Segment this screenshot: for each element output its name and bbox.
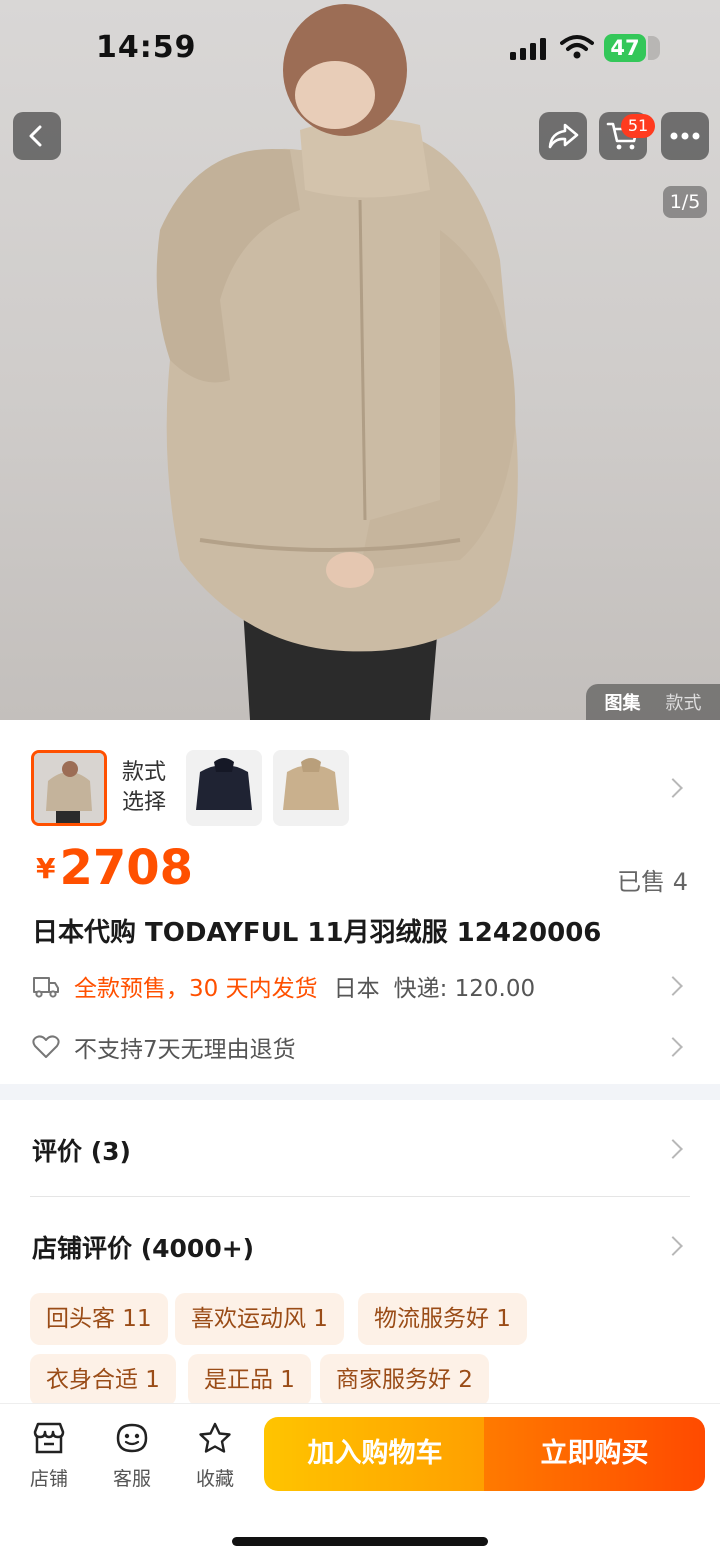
section-divider (0, 1084, 720, 1100)
service-label: 客服 (112, 1468, 151, 1490)
chevron-left-icon (29, 125, 42, 147)
customer-service-button[interactable]: 客服 (102, 1422, 162, 1491)
cellular-signal-icon (510, 38, 546, 60)
heart-icon (32, 1035, 60, 1058)
review-tag[interactable]: 商家服务好 2 (320, 1354, 489, 1406)
sold-count: 已售 4 (617, 868, 688, 896)
review-tag[interactable]: 回头客 11 (30, 1293, 168, 1345)
shipping-fee: 快递: 120.00 (393, 976, 536, 1002)
favorite-label: 收藏 (195, 1468, 234, 1490)
cart-count-badge: 51 (621, 114, 655, 138)
variant-thumb-selected[interactable] (31, 750, 107, 826)
chevron-right-icon (663, 976, 683, 996)
status-time: 14:59 (96, 30, 197, 65)
variant-thumb-beige[interactable] (273, 750, 349, 826)
reviews-heading[interactable]: 评价 (3) (32, 1132, 131, 1168)
status-bar: 14:59 47 (0, 0, 720, 100)
bottom-action-bar: 店铺 客服 收藏 加入购物车 立即购买 (0, 1403, 720, 1560)
currency-symbol: ¥ (36, 852, 56, 885)
store-icon (33, 1422, 65, 1454)
chevron-right-icon (663, 778, 683, 798)
variant-label-line2: 选择 (122, 790, 167, 815)
shop-reviews-heading[interactable]: 店铺评价 (4000+) (32, 1229, 254, 1265)
chevron-right-icon (663, 1037, 683, 1057)
return-policy-row[interactable]: 不支持7天无理由退货 (32, 1030, 296, 1064)
shipping-row[interactable]: 全款预售，30 天内发货 日本 快递: 120.00 (32, 968, 535, 1004)
buy-now-button[interactable]: 立即购买 (484, 1417, 705, 1491)
variant-image (34, 753, 104, 823)
price-amount: 2708 (59, 840, 194, 896)
product-image-carousel[interactable]: 14:59 47 51 1/5 图集 款式 (0, 0, 720, 720)
more-button[interactable] (661, 112, 709, 160)
battery-level: 47 (604, 34, 646, 62)
return-policy-text: 不支持7天无理由退货 (74, 1037, 296, 1063)
home-indicator (232, 1537, 488, 1546)
variant-label-line1: 款式 (122, 760, 167, 785)
shop-button[interactable]: 店铺 (19, 1422, 79, 1491)
product-price: ¥2708 (36, 840, 193, 896)
variant-image (186, 750, 262, 826)
review-tag[interactable]: 喜欢运动风 1 (175, 1293, 344, 1345)
battery-icon: 47 (604, 34, 660, 62)
chat-face-icon (116, 1423, 148, 1453)
chevron-right-icon (663, 1236, 683, 1256)
presale-text: 全款预售，30 天内发货 (74, 976, 318, 1002)
back-button[interactable] (13, 112, 61, 160)
share-button[interactable] (539, 112, 587, 160)
variant-image (273, 750, 349, 826)
truck-icon (33, 977, 59, 998)
ship-origin: 日本 (333, 976, 380, 1002)
tab-gallery[interactable]: 图集 (605, 689, 641, 715)
shop-label: 店铺 (29, 1468, 68, 1490)
review-tag[interactable]: 物流服务好 1 (358, 1293, 527, 1345)
wifi-icon (560, 35, 594, 59)
divider (30, 1196, 690, 1197)
product-photo (156, 4, 518, 720)
favorite-button[interactable]: 收藏 (185, 1422, 245, 1491)
variant-thumb-navy[interactable] (186, 750, 262, 826)
variant-selector[interactable]: 款式 选择 (0, 720, 720, 830)
image-pager: 1/5 (663, 186, 707, 218)
review-tag[interactable]: 是正品 1 (188, 1354, 311, 1406)
product-title: 日本代购 TODAYFUL 11月羽绒服 12420006 (32, 918, 602, 948)
add-to-cart-button[interactable]: 加入购物车 (264, 1417, 486, 1491)
more-dots-icon (670, 132, 700, 140)
share-icon (548, 123, 579, 149)
tab-styles[interactable]: 款式 (666, 689, 702, 715)
variant-label: 款式 选择 (122, 758, 176, 818)
chevron-right-icon (663, 1139, 683, 1159)
star-icon (199, 1422, 231, 1453)
gallery-tabs: 图集 款式 (586, 684, 720, 720)
review-tag[interactable]: 衣身合适 1 (30, 1354, 176, 1406)
